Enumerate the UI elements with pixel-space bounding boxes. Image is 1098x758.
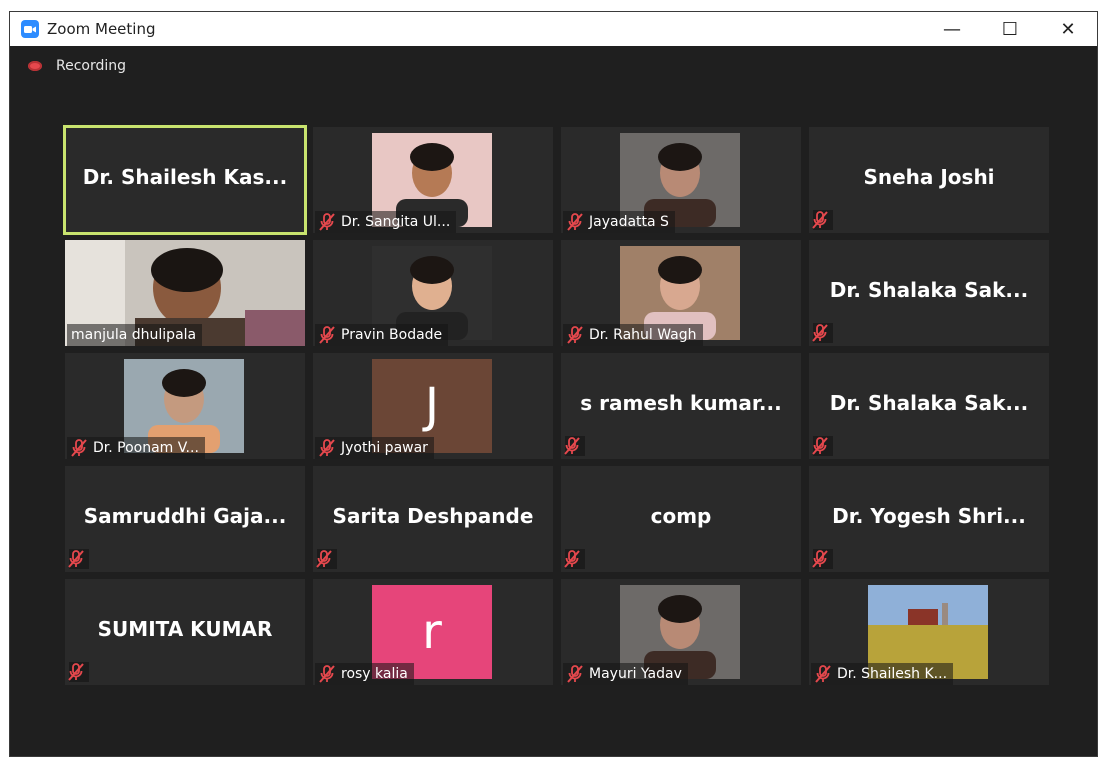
recording-label: Recording bbox=[56, 58, 127, 74]
participant-name-tag: Dr. Poonam V... bbox=[67, 437, 205, 459]
participant-tile[interactable]: Dr. Shalaka Sak... bbox=[809, 353, 1049, 459]
participant-name-tag: rosy kalia bbox=[315, 663, 414, 685]
participant-name: Dr. Shalaka Sak... bbox=[829, 391, 1029, 415]
participant-tile[interactable]: Dr. Rahul Wagh bbox=[561, 240, 801, 346]
muted-mic-icon bbox=[567, 213, 583, 231]
participant-tile[interactable]: Dr. Shailesh Kas... bbox=[63, 125, 307, 235]
participant-tile[interactable]: Mayuri Yadav bbox=[561, 579, 801, 685]
mute-indicator bbox=[812, 323, 833, 343]
participant-name: manjula dhulipala bbox=[71, 327, 197, 343]
close-button[interactable]: ✕ bbox=[1039, 12, 1097, 46]
participant-name: Sarita Deshpande bbox=[332, 504, 534, 528]
participant-name: Dr. Rahul Wagh bbox=[589, 327, 697, 343]
muted-mic-icon bbox=[316, 550, 332, 568]
participant-name: Dr. Shailesh Kas... bbox=[82, 165, 288, 189]
participant-name: Dr. Yogesh Shri... bbox=[832, 504, 1026, 528]
participant-name: SUMITA KUMAR bbox=[97, 617, 273, 641]
window-title: Zoom Meeting bbox=[47, 20, 156, 38]
mute-indicator bbox=[68, 662, 89, 682]
muted-mic-icon bbox=[567, 326, 583, 344]
muted-mic-icon bbox=[812, 211, 828, 229]
muted-mic-icon bbox=[319, 213, 335, 231]
participant-tile[interactable]: Dr. Shalaka Sak... bbox=[809, 240, 1049, 346]
mute-indicator bbox=[812, 549, 833, 569]
muted-mic-icon bbox=[812, 324, 828, 342]
muted-mic-icon bbox=[68, 663, 84, 681]
participant-tile[interactable]: Dr. Sangita Ul... bbox=[313, 127, 553, 233]
participant-name-tag: Dr. Rahul Wagh bbox=[563, 324, 703, 346]
zoom-window: Zoom Meeting — ☐ ✕ Recording Dr. Shailes… bbox=[9, 11, 1098, 757]
participant-tile[interactable]: Jayadatta S bbox=[561, 127, 801, 233]
participant-tile[interactable]: J Jyothi pawar bbox=[313, 353, 553, 459]
participant-name-tag: Dr. Shailesh K... bbox=[811, 663, 954, 685]
participant-tile[interactable]: r rosy kalia bbox=[313, 579, 553, 685]
participant-tile[interactable]: Dr. Poonam V... bbox=[65, 353, 305, 459]
participant-name: Dr. Shalaka Sak... bbox=[829, 278, 1029, 302]
participant-name-tag: manjula dhulipala bbox=[67, 324, 203, 346]
muted-mic-icon bbox=[812, 550, 828, 568]
participant-name: Dr. Poonam V... bbox=[93, 440, 199, 456]
participant-tile[interactable]: Dr. Shailesh K... bbox=[809, 579, 1049, 685]
muted-mic-icon bbox=[319, 439, 335, 457]
participant-name: Sneha Joshi bbox=[863, 165, 995, 189]
mute-indicator bbox=[564, 436, 585, 456]
participant-name: s ramesh kumar... bbox=[580, 391, 782, 415]
participant-name-tag: Mayuri Yadav bbox=[563, 663, 688, 685]
participant-name: Mayuri Yadav bbox=[589, 666, 682, 682]
muted-mic-icon bbox=[71, 439, 87, 457]
participant-tile[interactable]: Sarita Deshpande bbox=[313, 466, 553, 572]
participant-tile[interactable]: manjula dhulipala bbox=[65, 240, 305, 346]
muted-mic-icon bbox=[319, 665, 335, 683]
mute-indicator bbox=[564, 549, 585, 569]
mute-indicator bbox=[316, 549, 337, 569]
participant-name: Dr. Shailesh K... bbox=[837, 666, 948, 682]
participant-name: comp bbox=[650, 504, 712, 528]
title-bar: Zoom Meeting — ☐ ✕ bbox=[10, 12, 1097, 46]
participant-name-tag: Dr. Sangita Ul... bbox=[315, 211, 457, 233]
participant-name: rosy kalia bbox=[341, 666, 408, 682]
participant-tile[interactable]: Dr. Yogesh Shri... bbox=[809, 466, 1049, 572]
mute-indicator bbox=[812, 210, 833, 230]
participant-tile[interactable]: Samruddhi Gaja... bbox=[65, 466, 305, 572]
zoom-app-icon bbox=[21, 20, 39, 38]
maximize-button[interactable]: ☐ bbox=[981, 12, 1039, 46]
participant-tile[interactable]: Sneha Joshi bbox=[809, 127, 1049, 233]
participant-name: Pravin Bodade bbox=[341, 327, 443, 343]
recording-indicator: Recording bbox=[28, 58, 126, 74]
muted-mic-icon bbox=[567, 665, 583, 683]
gallery-grid: Dr. Shailesh Kas... Dr. Sangita Ul... Jaya… bbox=[63, 125, 1055, 687]
participant-name: Jayadatta S bbox=[589, 214, 669, 230]
participant-name: Samruddhi Gaja... bbox=[83, 504, 287, 528]
participant-name: Jyothi pawar bbox=[341, 440, 428, 456]
muted-mic-icon bbox=[564, 437, 580, 455]
mute-indicator bbox=[812, 436, 833, 456]
muted-mic-icon bbox=[319, 326, 335, 344]
participant-name-tag: Pravin Bodade bbox=[315, 324, 449, 346]
muted-mic-icon bbox=[815, 665, 831, 683]
mute-indicator bbox=[68, 549, 89, 569]
minimize-button[interactable]: — bbox=[923, 12, 981, 46]
participant-name: Dr. Sangita Ul... bbox=[341, 214, 451, 230]
participant-tile[interactable]: Pravin Bodade bbox=[313, 240, 553, 346]
participant-name-tag: Jayadatta S bbox=[563, 211, 675, 233]
participant-tile[interactable]: comp bbox=[561, 466, 801, 572]
participant-tile[interactable]: SUMITA KUMAR bbox=[65, 579, 305, 685]
muted-mic-icon bbox=[68, 550, 84, 568]
muted-mic-icon bbox=[564, 550, 580, 568]
participant-tile[interactable]: s ramesh kumar... bbox=[561, 353, 801, 459]
muted-mic-icon bbox=[812, 437, 828, 455]
record-dot-icon bbox=[28, 61, 42, 71]
participant-name-tag: Jyothi pawar bbox=[315, 437, 434, 459]
